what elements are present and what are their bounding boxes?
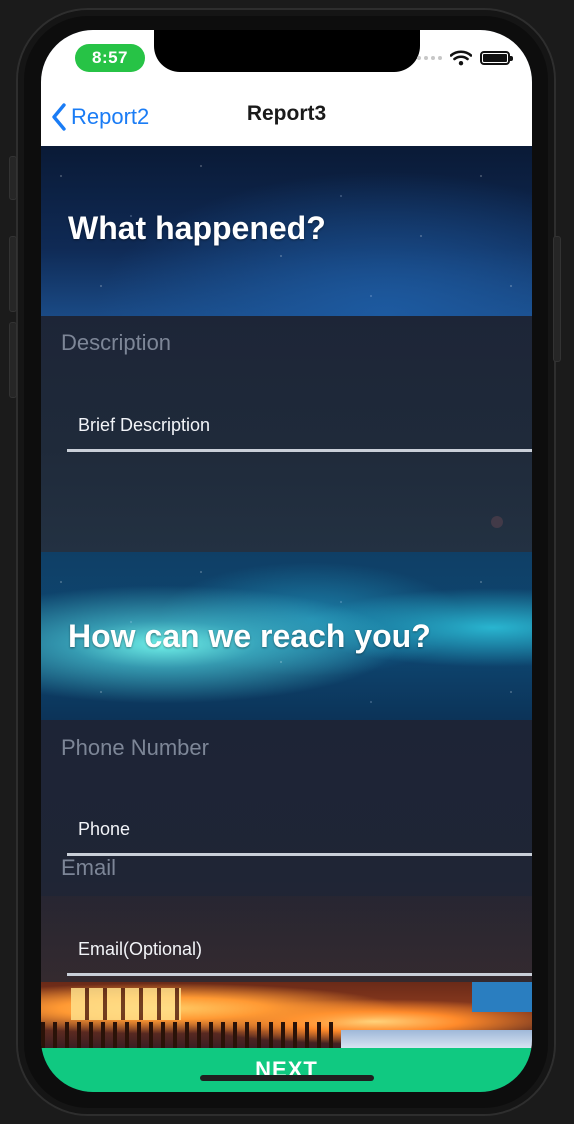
report-form: What happened? Description How can we re… <box>41 146 532 1048</box>
fence <box>41 1022 341 1048</box>
evening-sky <box>472 982 532 1012</box>
phone-input[interactable] <box>67 806 532 856</box>
description-label: Description <box>61 330 172 355</box>
silent-switch <box>9 156 17 200</box>
status-time: 8:57 <box>75 44 145 72</box>
snow <box>341 1030 532 1048</box>
email-label: Email <box>61 855 117 880</box>
lit-windows <box>71 988 181 1020</box>
navigation-bar: Report2 Report3 <box>41 88 532 146</box>
email-input[interactable] <box>67 926 532 976</box>
home-indicator[interactable] <box>200 1075 374 1081</box>
power-button <box>553 236 561 362</box>
volume-down-button <box>9 322 17 398</box>
background-light <box>491 516 503 528</box>
house-photo <box>41 982 532 1048</box>
volume-up-button <box>9 236 17 312</box>
cellular-signal-icon <box>417 56 442 60</box>
contact-banner: How can we reach you? <box>41 552 532 720</box>
what-happened-banner: What happened? <box>41 146 532 316</box>
next-button[interactable]: NEXT <box>41 1048 532 1092</box>
status-icons <box>417 50 513 66</box>
phone-number-label: Phone Number <box>61 735 209 760</box>
wifi-icon <box>450 50 472 66</box>
page-title: Report3 <box>246 102 327 125</box>
battery-icon <box>480 51 513 65</box>
notch <box>154 30 420 72</box>
status-bar: 8:57 <box>41 30 532 88</box>
description-input[interactable] <box>67 402 532 452</box>
screen: 8:57 Report2 Report3 What happened? Desc… <box>41 30 532 1092</box>
contact-heading: How can we reach you? <box>68 618 431 654</box>
what-happened-heading: What happened? <box>68 210 326 246</box>
